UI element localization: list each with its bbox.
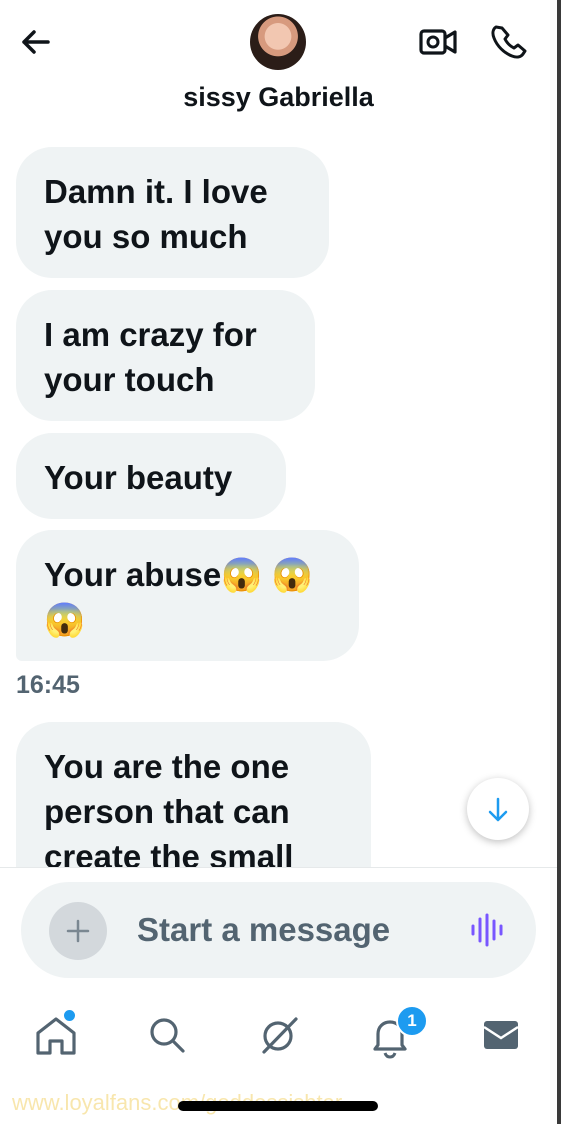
- message-composer[interactable]: Start a message: [21, 882, 536, 978]
- message-bubble[interactable]: Your beauty: [16, 433, 286, 519]
- conversation-header: sissy Gabriella: [0, 0, 557, 130]
- phone-call-icon[interactable]: [488, 22, 528, 62]
- video-call-icon[interactable]: [418, 24, 458, 60]
- message-text: Your abuse😱 😱 😱: [44, 556, 313, 638]
- message-text: Damn it. I love you so much: [44, 173, 268, 255]
- voice-message-icon[interactable]: [469, 913, 505, 947]
- message-thread[interactable]: Damn it. I love you so much I am crazy f…: [0, 130, 557, 867]
- arrow-down-icon: [488, 797, 508, 822]
- plus-icon: [66, 919, 90, 943]
- nav-notifications[interactable]: 1: [362, 1005, 428, 1063]
- nav-grok[interactable]: [250, 1007, 306, 1063]
- add-media-button[interactable]: [49, 902, 107, 960]
- home-indicator: [178, 1101, 378, 1111]
- dm-screen: sissy Gabriella Damn it. I love you so m…: [0, 0, 557, 1124]
- search-icon: [150, 1018, 185, 1053]
- scroll-to-bottom-button[interactable]: [467, 778, 529, 840]
- message-text: Your beauty: [44, 459, 233, 496]
- message-bubble[interactable]: You are the one person that can create t…: [16, 722, 371, 867]
- grok-icon: [262, 1017, 298, 1054]
- message-text: I am crazy for your touch: [44, 316, 257, 398]
- message-bubble[interactable]: I am crazy for your touch: [16, 290, 315, 421]
- bottom-navigation: 1: [0, 995, 557, 1075]
- message-bubble[interactable]: Your abuse😱 😱 😱: [16, 530, 359, 661]
- screen-edge: [557, 0, 561, 1124]
- nav-home[interactable]: [28, 1007, 84, 1063]
- contact-avatar[interactable]: [250, 14, 306, 70]
- mail-icon: [483, 1021, 519, 1049]
- nav-messages[interactable]: [473, 1007, 529, 1063]
- message-timestamp: 16:45: [16, 671, 80, 699]
- nav-search[interactable]: [139, 1007, 195, 1063]
- message-bubble[interactable]: Damn it. I love you so much: [16, 147, 329, 278]
- notification-count-badge: 1: [396, 1005, 428, 1037]
- message-input[interactable]: Start a message: [137, 911, 390, 949]
- message-text: You are the one person that can create t…: [44, 748, 294, 867]
- composer-divider: [0, 867, 557, 868]
- home-notification-dot: [62, 1008, 77, 1023]
- contact-name[interactable]: sissy Gabriella: [0, 82, 557, 113]
- back-arrow-icon[interactable]: [18, 24, 54, 60]
